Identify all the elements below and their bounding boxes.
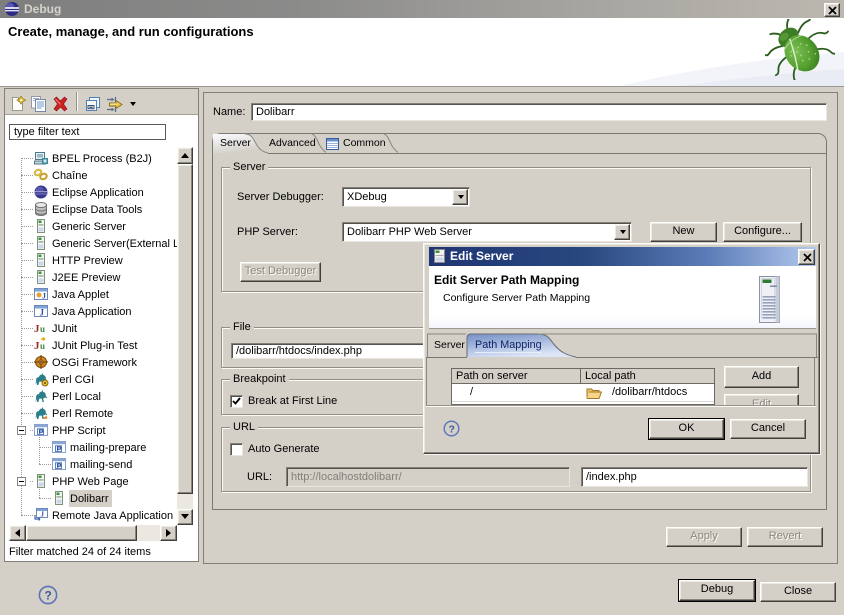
svg-text:?: ?	[449, 424, 455, 436]
svg-text:J: J	[42, 292, 46, 301]
svg-text:?: ?	[45, 589, 52, 603]
svg-text:J: J	[41, 511, 45, 519]
